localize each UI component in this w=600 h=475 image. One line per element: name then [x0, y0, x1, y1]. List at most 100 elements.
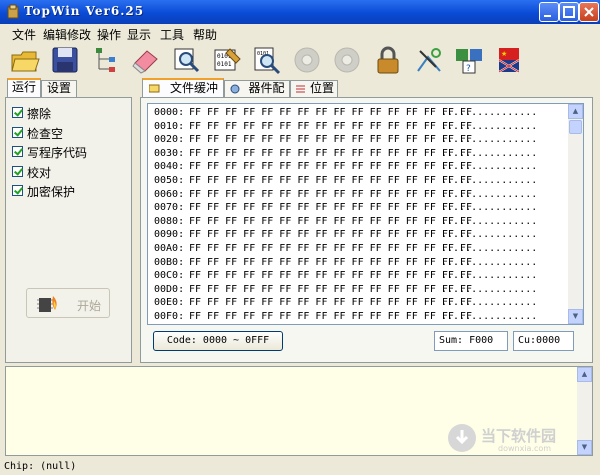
address-cell: 00E0: [154, 297, 185, 309]
menu-file[interactable]: 文件 [12, 26, 36, 43]
checkbox-checked[interactable] [12, 107, 23, 118]
disc-icon[interactable] [332, 45, 362, 75]
buffer-body: 0000: FF FF FF FF FF FF FF FF FF FF FF FF… [140, 97, 593, 363]
scroll-up-icon[interactable]: ▲ [577, 367, 592, 382]
title-bar[interactable]: TopWin Ver6.25 [0, 0, 600, 24]
address-cell: 0000: [154, 107, 185, 118]
ascii-cell: ................ [441, 297, 538, 309]
toolbar: 0101 0101 0101 ? ★ [0, 44, 600, 80]
ascii-cell: ................ [441, 215, 538, 227]
tab-file-buffer[interactable]: 文件缓冲区 [142, 78, 224, 110]
hex-bytes-cell: FF FF FF FF FF FF FF FF FF FF FF FF FF F… [189, 256, 472, 268]
search-chip-icon[interactable] [171, 45, 201, 75]
option-label: 写程序代码 [27, 146, 88, 160]
eraser-icon[interactable] [131, 45, 161, 75]
open-folder-icon[interactable] [10, 45, 40, 75]
ascii-cell: ................ [441, 147, 538, 159]
checkbox-checked[interactable] [12, 166, 23, 177]
antenna-icon[interactable] [414, 45, 444, 75]
hex-bytes-cell: FF FF FF FF FF FF FF FF FF FF FF FF FF F… [189, 229, 472, 241]
scroll-thumb[interactable] [569, 120, 582, 134]
address-cell: 0030: [154, 147, 185, 159]
close-button[interactable] [579, 2, 599, 22]
watermark-text: 当下软件园 [481, 427, 557, 445]
lock-icon[interactable] [373, 45, 403, 75]
ascii-cell: ................ [441, 283, 538, 295]
address-cell: 0040: [154, 161, 185, 173]
buffer-panel: 文件缓冲区 器件配置 位置 0000: FF FF FF FF FF FF FF … [140, 78, 593, 363]
hex-bytes-cell: FF FF FF FF FF FF FF FF FF FF FF FF FF F… [189, 120, 472, 132]
hex-bytes-cell: FF FF FF FF FF FF FF FF FF FF FF FF FF F… [189, 270, 472, 282]
menu-operate[interactable]: 操作 [97, 26, 121, 43]
close-icon [584, 7, 594, 17]
ascii-cell: ................ [441, 311, 538, 322]
ascii-cell: ................ [441, 161, 538, 173]
svg-text:0101: 0101 [217, 61, 232, 68]
ascii-cell: ................ [441, 188, 538, 200]
start-button[interactable]: 开始 [26, 288, 110, 318]
watermark-logo: 当下软件园 downxia.com [448, 424, 588, 454]
address-cell: 0050: [154, 175, 185, 186]
tree-icon[interactable] [91, 45, 121, 75]
minimize-icon [544, 15, 551, 17]
hex-bytes-cell: FF FF FF FF FF FF FF FF FF FF FF FF FF F… [189, 161, 472, 173]
maximize-button[interactable] [559, 2, 579, 22]
checksum-field: Sum: F000 [434, 331, 508, 351]
address-cell: 0070: [154, 202, 185, 214]
ascii-cell: ................ [441, 229, 538, 241]
svg-text:?: ? [466, 64, 471, 74]
hex-bytes-cell: FF FF FF FF FF FF FF FF FF FF FF FF FF F… [189, 297, 472, 309]
cu-field: Cu:0000 [513, 331, 574, 351]
checkbox-checked[interactable] [12, 185, 23, 196]
scroll-down-icon[interactable]: ▼ [568, 309, 583, 324]
ascii-cell: ................ [441, 175, 538, 186]
hex-bytes-cell: FF FF FF FF FF FF FF FF FF FF FF FF FF F… [189, 243, 472, 254]
menu-bar: 文件 编辑修改 操作 显示 工具 帮助 [0, 24, 600, 44]
code-range-button[interactable]: Code: 0000 ~ 0FFF [153, 331, 283, 351]
save-disk-icon[interactable] [50, 45, 80, 75]
hex-bytes-cell: FF FF FF FF FF FF FF FF FF FF FF FF FF F… [189, 175, 472, 186]
tab-position[interactable]: 位置 [290, 80, 338, 97]
ascii-cell: ................ [441, 256, 538, 268]
address-cell: 00F0: [154, 311, 185, 322]
disc-icon[interactable] [292, 45, 322, 75]
address-cell: 0020: [154, 134, 185, 146]
vertical-scrollbar[interactable]: ▲ ▼ [568, 104, 583, 324]
search-binary-icon[interactable]: 0101 [252, 45, 282, 75]
maximize-icon [563, 6, 575, 18]
hex-bytes-cell: FF FF FF FF FF FF FF FF FF FF FF FF FF F… [189, 283, 472, 295]
menu-view[interactable]: 显示 [127, 26, 151, 43]
checkbox-checked[interactable] [12, 146, 23, 157]
hex-bytes-cell: FF FF FF FF FF FF FF FF FF FF FF FF FF F… [189, 147, 472, 159]
hex-bytes-cell: FF FF FF FF FF FF FF FF FF FF FF FF FF F… [189, 188, 472, 200]
address-cell: 0080: [154, 215, 185, 227]
scroll-up-icon[interactable]: ▲ [568, 104, 583, 119]
tab-label: 位置 [310, 81, 335, 95]
watermark-url: downxia.com [498, 444, 552, 453]
ascii-cell: ................ [441, 120, 538, 132]
hex-view[interactable]: 0000: FF FF FF FF FF FF FF FF FF FF FF FF… [147, 103, 584, 325]
run-panel: 运行 设置 擦除 检查空 写程序代码 校对 加密保护 开始 [5, 78, 132, 363]
menu-tools[interactable]: 工具 [160, 26, 184, 43]
chip-help-icon[interactable]: ? [454, 45, 484, 75]
menu-help[interactable]: 帮助 [193, 26, 217, 43]
flag-icon[interactable]: ★ [495, 45, 525, 75]
address-cell: 0090: [154, 229, 185, 241]
status-bar: Chip: (null) [0, 458, 600, 475]
ascii-cell: ................ [441, 202, 538, 214]
app-icon [7, 4, 19, 19]
address-cell: 0060: [154, 188, 185, 200]
checkbox-checked[interactable] [12, 127, 23, 138]
binary-file-icon[interactable]: 0101 0101 [212, 45, 242, 75]
minimize-button[interactable] [539, 2, 559, 22]
tab-settings[interactable]: 设置 [41, 80, 77, 97]
hex-bytes-cell: FF FF FF FF FF FF FF FF FF FF FF FF FF F… [189, 311, 472, 322]
ascii-cell: ................ [441, 107, 538, 118]
hex-bytes-cell: FF FF FF FF FF FF FF FF FF FF FF FF FF F… [189, 202, 472, 214]
ascii-cell: ................ [441, 270, 538, 282]
tab-run[interactable]: 运行 [7, 78, 41, 97]
ascii-cell: ................ [441, 134, 538, 146]
option-label: 检查空 [27, 127, 64, 141]
menu-edit[interactable]: 编辑修改 [43, 26, 91, 43]
tab-device-config[interactable]: 器件配置 [224, 80, 290, 110]
